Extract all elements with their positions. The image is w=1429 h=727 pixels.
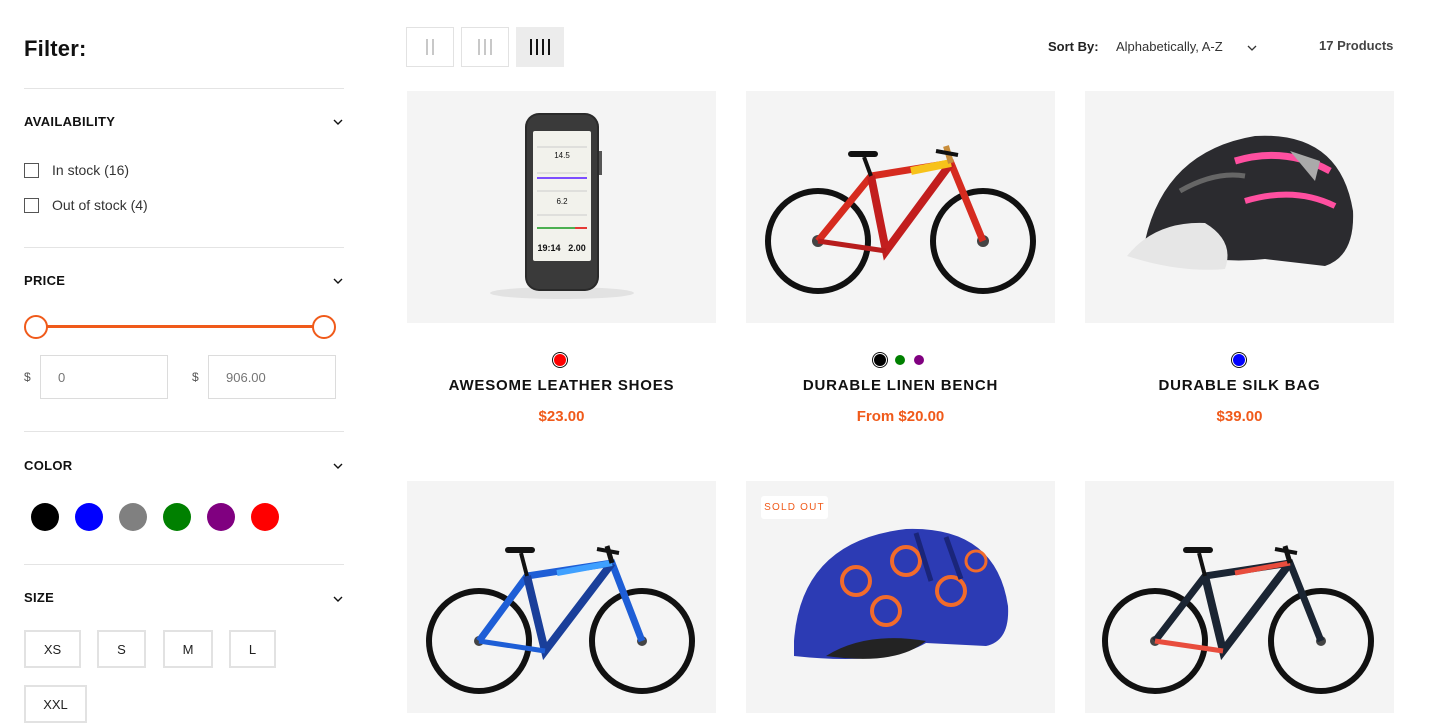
size-option-xs[interactable]: XS <box>24 630 81 668</box>
color-header[interactable]: COLOR <box>24 458 72 473</box>
svg-text:2.00: 2.00 <box>568 243 586 253</box>
currency-symbol: $ <box>24 370 31 384</box>
divider <box>24 564 344 565</box>
checkbox[interactable] <box>24 162 39 178</box>
chevron-down-icon[interactable] <box>1246 41 1258 59</box>
color-dot[interactable] <box>1233 354 1245 366</box>
price-slider-max-handle[interactable] <box>312 315 336 339</box>
product-price: From $20.00 <box>856 408 945 425</box>
color-dots <box>1233 354 1245 366</box>
color-dot[interactable] <box>874 354 886 366</box>
color-dot[interactable] <box>895 355 905 365</box>
view-4-columns-button[interactable] <box>516 27 564 67</box>
chevron-down-icon[interactable] <box>332 275 344 287</box>
availability-header[interactable]: AVAILABILITY <box>24 114 115 129</box>
product-price: $39.00 <box>1216 408 1263 425</box>
checkbox[interactable] <box>24 197 39 213</box>
svg-text:6.2: 6.2 <box>556 197 568 206</box>
price-max-input[interactable] <box>208 355 336 399</box>
product-image-gps-computer[interactable]: 14.5 6.2 19:14 2.00 <box>407 91 716 323</box>
divider <box>24 88 344 89</box>
divider <box>24 247 344 248</box>
size-header[interactable]: SIZE <box>24 590 54 605</box>
sold-out-badge: SOLD OUT <box>761 496 828 519</box>
price-header[interactable]: PRICE <box>24 273 65 288</box>
svg-text:19:14: 19:14 <box>537 243 560 253</box>
availability-in-stock[interactable]: In stock (16) <box>24 162 129 178</box>
product-title[interactable]: AWESOME LEATHER SHOES <box>407 377 716 394</box>
size-option-s[interactable]: S <box>97 630 146 668</box>
color-swatch[interactable] <box>31 503 59 531</box>
color-dots <box>874 354 924 366</box>
price-slider-min-handle[interactable] <box>24 315 48 339</box>
view-2-columns-button[interactable] <box>406 27 454 67</box>
product-count: 17 Products <box>1319 38 1394 53</box>
size-option-m[interactable]: M <box>163 630 213 668</box>
price-slider-track[interactable] <box>36 325 324 328</box>
svg-text:14.5: 14.5 <box>554 151 570 160</box>
product-image-pink-helmet[interactable] <box>1085 91 1394 323</box>
color-dot[interactable] <box>554 354 566 366</box>
color-swatch[interactable] <box>251 503 279 531</box>
sort-label: Sort By: <box>1048 39 1099 54</box>
color-dot[interactable] <box>914 355 924 365</box>
size-option-xxl[interactable]: XXL <box>24 685 87 723</box>
chevron-down-icon[interactable] <box>332 593 344 605</box>
chevron-down-icon[interactable] <box>332 116 344 128</box>
checkbox-label: Out of stock (4) <box>52 197 148 213</box>
availability-out-of-stock[interactable]: Out of stock (4) <box>24 197 148 213</box>
product-image-dark-red-bike[interactable] <box>1085 481 1394 713</box>
size-option-l[interactable]: L <box>229 630 276 668</box>
currency-symbol: $ <box>192 370 199 384</box>
color-swatch[interactable] <box>75 503 103 531</box>
product-price: $23.00 <box>538 408 585 425</box>
color-swatch[interactable] <box>207 503 235 531</box>
product-image-red-yellow-bike[interactable] <box>746 91 1055 323</box>
product-image-blue-bike[interactable] <box>407 481 716 713</box>
chevron-down-icon[interactable] <box>332 460 344 472</box>
color-swatch[interactable] <box>163 503 191 531</box>
color-dots <box>554 354 566 366</box>
color-swatch[interactable] <box>119 503 147 531</box>
view-3-columns-button[interactable] <box>461 27 509 67</box>
price-min-input[interactable] <box>40 355 168 399</box>
product-title[interactable]: DURABLE LINEN BENCH <box>746 377 1055 394</box>
divider <box>24 431 344 432</box>
sort-select[interactable]: Alphabetically, A-Z <box>1116 39 1223 54</box>
filter-title: Filter: <box>24 36 87 61</box>
product-title[interactable]: DURABLE SILK BAG <box>1085 377 1394 394</box>
checkbox-label: In stock (16) <box>52 162 130 178</box>
